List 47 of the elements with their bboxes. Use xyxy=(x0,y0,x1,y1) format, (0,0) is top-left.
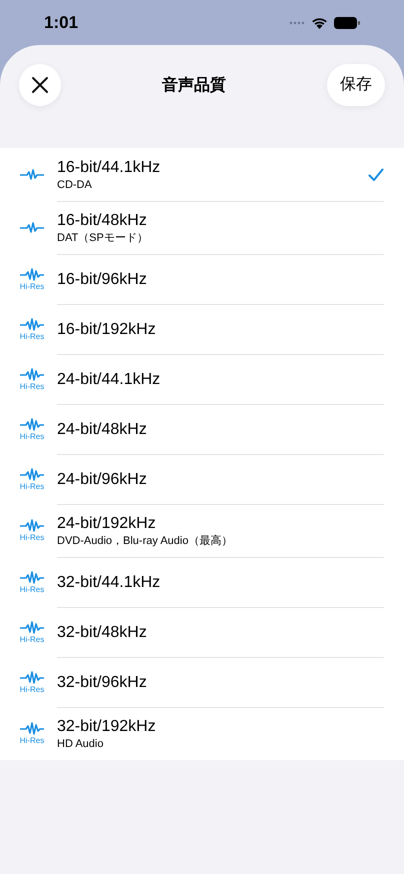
option-subtitle: CD-DA xyxy=(57,178,93,192)
close-icon xyxy=(31,76,49,94)
option-subtitle: DVD-Audio，Blu-ray Audio（最高） xyxy=(57,534,234,548)
waveform-icon xyxy=(19,519,45,533)
option-title: 32-bit/96kHz xyxy=(57,672,148,692)
hi-res-label: Hi-Res xyxy=(20,684,44,694)
status-time: 1:01 xyxy=(44,12,78,34)
waveform-icon xyxy=(19,318,45,332)
waveform-icon xyxy=(19,220,45,234)
hi-res-label: Hi-Res xyxy=(20,736,44,745)
waveform-icon xyxy=(19,418,45,432)
hi-res-label: Hi-Res xyxy=(20,332,44,340)
hi-res-label: Hi-Res xyxy=(20,634,44,644)
waveform-icon xyxy=(19,368,45,382)
option-title: 16-bit/44.1kHz xyxy=(57,158,162,178)
hi-res-label: Hi-Res xyxy=(20,432,44,440)
option-title: 24-bit/96kHz xyxy=(57,470,148,490)
option-title: 24-bit/44.1kHz xyxy=(57,370,162,390)
hi-res-label: Hi-Res xyxy=(20,382,44,390)
option-title: 24-bit/192kHz xyxy=(57,514,157,534)
option-title: 32-bit/192kHz xyxy=(57,717,157,737)
hi-res-label: Hi-Res xyxy=(20,584,44,594)
checkmark-icon xyxy=(368,168,384,182)
signal-icon xyxy=(289,20,305,24)
option-title: 16-bit/96kHz xyxy=(57,270,148,290)
waveform-icon xyxy=(19,468,45,482)
hi-res-label: Hi-Res xyxy=(20,482,44,490)
battery-icon xyxy=(334,16,360,28)
close-button[interactable] xyxy=(19,64,61,106)
save-button[interactable]: 保存 xyxy=(327,64,385,106)
option-title: 16-bit/192kHz xyxy=(57,320,157,340)
hi-res-label: Hi-Res xyxy=(20,282,44,290)
waveform-icon xyxy=(19,670,45,684)
sheet-title: 音声品質 xyxy=(162,75,226,96)
option-title: 24-bit/48kHz xyxy=(57,420,148,440)
option-subtitle: DAT（SPモード） xyxy=(57,231,149,245)
waveform-icon xyxy=(19,268,45,282)
option-subtitle: HD Audio xyxy=(57,737,104,751)
waveform-icon xyxy=(19,168,45,182)
waveform-icon xyxy=(19,570,45,584)
wifi-icon xyxy=(311,16,328,28)
waveform-icon xyxy=(19,722,45,736)
option-title: 16-bit/48kHz xyxy=(57,211,148,231)
waveform-icon xyxy=(19,620,45,634)
hi-res-label: Hi-Res xyxy=(20,533,44,542)
option-title: 32-bit/44.1kHz xyxy=(57,572,162,592)
option-title: 32-bit/48kHz xyxy=(57,622,148,642)
